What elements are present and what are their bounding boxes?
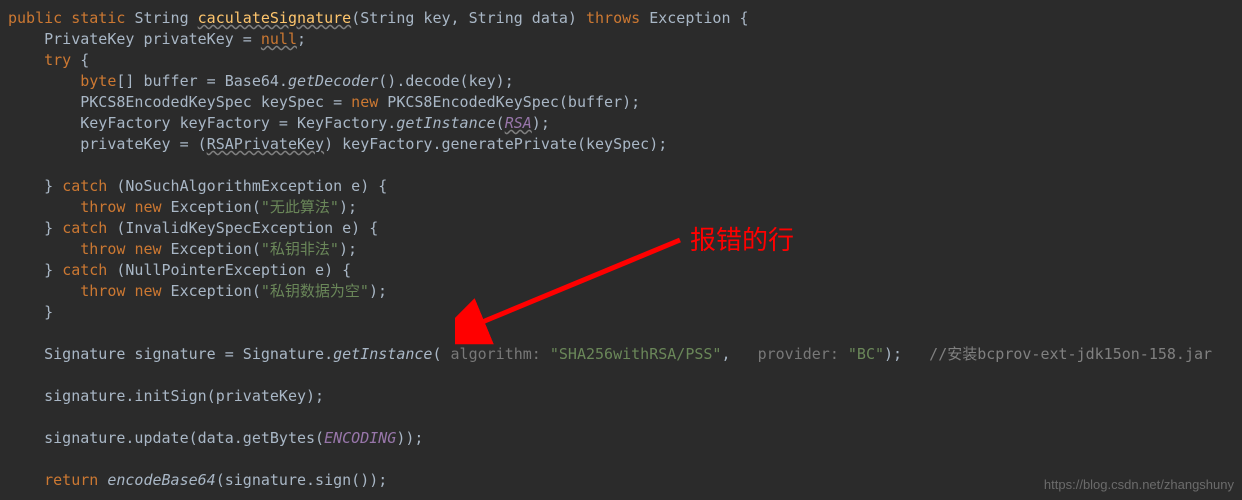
code-line: try { <box>8 51 89 69</box>
code-line: return encodeBase64(signature.sign()); <box>8 471 387 489</box>
code-line: signature.initSign(privateKey); <box>8 387 324 405</box>
code-line: KeyFactory keyFactory = KeyFactory.getIn… <box>8 114 550 132</box>
code-line: PKCS8EncodedKeySpec keySpec = new PKCS8E… <box>8 93 640 111</box>
code-line: public static String caculateSignature(S… <box>8 9 749 27</box>
code-line: Signature signature = Signature.getInsta… <box>8 345 1212 363</box>
code-line: throw new Exception("私钥非法"); <box>8 240 357 258</box>
code-line: } catch (NullPointerException e) { <box>8 261 351 279</box>
code-line: privateKey = (RSAPrivateKey) keyFactory.… <box>8 135 667 153</box>
code-line: byte[] buffer = Base64.getDecoder().deco… <box>8 72 514 90</box>
code-line: signature.update(data.getBytes(ENCODING)… <box>8 429 423 447</box>
parameter-hint: algorithm: <box>451 345 541 363</box>
code-line: } <box>8 303 53 321</box>
code-line: throw new Exception("私钥数据为空"); <box>8 282 387 300</box>
method-name: caculateSignature <box>198 9 352 27</box>
code-line: PrivateKey privateKey = null; <box>8 30 306 48</box>
watermark: https://blog.csdn.net/zhangshuny <box>1044 476 1234 494</box>
code-line: } catch (InvalidKeySpecException e) { <box>8 219 378 237</box>
parameter-hint: provider: <box>758 345 839 363</box>
code-editor[interactable]: public static String caculateSignature(S… <box>8 8 1242 491</box>
code-line: throw new Exception("无此算法"); <box>8 198 357 216</box>
code-line: } catch (NoSuchAlgorithmException e) { <box>8 177 387 195</box>
